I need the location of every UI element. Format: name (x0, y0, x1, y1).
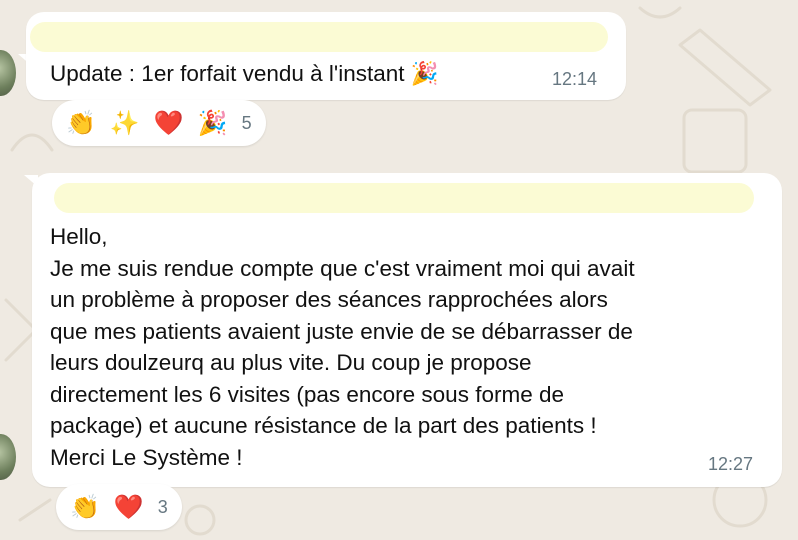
party-popper-emoji: 🎉 (197, 109, 228, 137)
clapping-hands-emoji: 👏 (66, 109, 96, 137)
avatar[interactable] (0, 50, 16, 96)
avatar[interactable] (0, 434, 16, 480)
message-text: Hello, Je me suis rendue compte que c'es… (50, 224, 635, 470)
sender-name-redacted (30, 22, 608, 52)
reactions-bar[interactable]: 👏 ❤️ 3 (56, 484, 182, 530)
message-timestamp: 12:27 (708, 454, 754, 474)
message-bubble[interactable]: Hello, Je me suis rendue compte que c'es… (32, 173, 782, 487)
clapping-hands-emoji: 👏 (70, 493, 100, 521)
reactions-bar[interactable]: 👏 ✨ ❤️ 🎉 5 (52, 100, 266, 146)
message-text: Update : 1er forfait vendu à l'instant 🎉 (50, 61, 439, 86)
red-heart-emoji: ❤️ (113, 493, 144, 521)
sparkles-emoji: ✨ (109, 109, 140, 137)
reaction-count: 3 (157, 496, 168, 517)
message-bubble[interactable]: Update : 1er forfait vendu à l'instant 🎉… (26, 12, 626, 100)
red-heart-emoji: ❤️ (153, 109, 184, 137)
message-timestamp: 12:14 (552, 69, 598, 89)
sender-name-redacted (54, 183, 754, 213)
reaction-count: 5 (241, 112, 252, 133)
